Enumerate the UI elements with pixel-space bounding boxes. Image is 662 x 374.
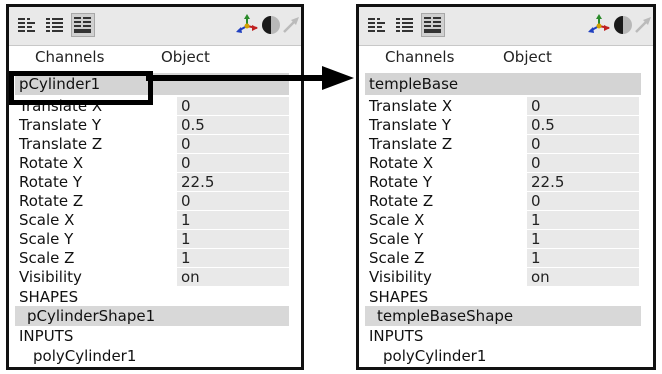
attr-value: 1	[531, 211, 541, 229]
attr-value: 22.5	[531, 173, 565, 191]
shape-node-name: pCylinderShape1	[27, 307, 156, 325]
attr-value: 0	[181, 154, 191, 172]
shapes-section-header: SHAPES	[369, 288, 429, 306]
attr-label-translate-x: Translate X	[369, 97, 453, 115]
attr-value: 0	[181, 97, 191, 115]
axis-manipulator-icon[interactable]	[587, 13, 611, 37]
attr-field-scale-x[interactable]: 1	[527, 211, 639, 229]
attr-label-rotate-x: Rotate X	[19, 154, 84, 172]
channel-box-toolbar	[9, 7, 301, 46]
channel-layer-icon[interactable]	[71, 13, 95, 37]
shape-node-row[interactable]: pCylinderShape1	[15, 306, 289, 326]
input-node-name[interactable]: polyCylinder1	[33, 347, 136, 365]
node-name: templeBase	[369, 75, 459, 93]
attr-value: on	[531, 268, 550, 286]
attr-field-rotate-x[interactable]: 0	[177, 154, 289, 172]
inputs-section-header: INPUTS	[369, 327, 424, 345]
attr-label-scale-x: Scale X	[19, 211, 75, 229]
attr-field-rotate-x[interactable]: 0	[527, 154, 639, 172]
attr-value: 0	[531, 192, 541, 210]
attr-value: 0	[181, 135, 191, 153]
attr-label-scale-x: Scale X	[369, 211, 425, 229]
attr-label-rotate-x: Rotate X	[369, 154, 434, 172]
attr-field-scale-z[interactable]: 1	[527, 249, 639, 267]
attr-label-visibility: Visibility	[19, 268, 82, 286]
attr-label-rotate-z: Rotate Z	[19, 192, 84, 210]
attr-label-rotate-y: Rotate Y	[369, 173, 433, 191]
attr-field-scale-x[interactable]: 1	[177, 211, 289, 229]
axis-manipulator-icon[interactable]	[235, 13, 259, 37]
attr-field-visibility[interactable]: on	[527, 268, 639, 286]
attr-value: 1	[531, 249, 541, 267]
attr-value: 1	[531, 230, 541, 248]
attr-value: 0	[531, 154, 541, 172]
attr-value: 0	[181, 192, 191, 210]
attr-value: on	[181, 268, 200, 286]
attr-label-visibility: Visibility	[369, 268, 432, 286]
attr-value: 0.5	[531, 116, 555, 134]
attr-label-scale-y: Scale Y	[19, 230, 74, 248]
attr-label-translate-z: Translate Z	[369, 135, 453, 153]
attr-field-visibility[interactable]: on	[177, 268, 289, 286]
channel-box-tabs: Channels Object	[359, 45, 653, 69]
attr-field-translate-y[interactable]: 0.5	[527, 116, 639, 134]
attr-field-scale-y[interactable]: 1	[527, 230, 639, 248]
attr-value: 1	[181, 230, 191, 248]
attr-value: 22.5	[181, 173, 215, 191]
arrow-annotation	[146, 66, 354, 90]
attr-label-translate-z: Translate Z	[19, 135, 103, 153]
layer-editor-icon[interactable]	[43, 13, 67, 37]
attr-field-translate-y[interactable]: 0.5	[177, 116, 289, 134]
attr-value: 1	[181, 211, 191, 229]
channel-box-icon[interactable]	[15, 13, 39, 37]
attr-field-scale-y[interactable]: 1	[177, 230, 289, 248]
channel-box-toolbar	[359, 7, 653, 46]
attr-value: 0.5	[181, 116, 205, 134]
channel-layer-icon[interactable]	[421, 13, 445, 37]
attr-label-translate-y: Translate Y	[369, 116, 452, 134]
attr-field-rotate-y[interactable]: 22.5	[527, 173, 639, 191]
node-name-header[interactable]: templeBase	[365, 73, 641, 95]
tab-object[interactable]: Object	[503, 48, 552, 66]
attr-label-scale-y: Scale Y	[369, 230, 424, 248]
attr-value: 0	[531, 97, 541, 115]
tab-channels[interactable]: Channels	[35, 48, 104, 66]
layer-editor-icon[interactable]	[393, 13, 417, 37]
shape-node-row[interactable]: templeBaseShape	[365, 306, 641, 326]
attr-label-scale-z: Scale Z	[19, 249, 75, 267]
attr-field-translate-x[interactable]: 0	[527, 97, 639, 115]
tab-object[interactable]: Object	[161, 48, 210, 66]
highlight-box	[9, 71, 153, 105]
shape-node-name: templeBaseShape	[377, 307, 514, 325]
attr-field-rotate-y[interactable]: 22.5	[177, 173, 289, 191]
channel-box-panel-right: Channels Object templeBase Translate X 0…	[356, 4, 656, 370]
attr-label-translate-y: Translate Y	[19, 116, 102, 134]
attr-value: 0	[531, 135, 541, 153]
attr-label-rotate-z: Rotate Z	[369, 192, 434, 210]
channel-box-icon[interactable]	[365, 13, 389, 37]
attr-field-scale-z[interactable]: 1	[177, 249, 289, 267]
attr-label-scale-z: Scale Z	[369, 249, 425, 267]
inputs-section-header: INPUTS	[19, 327, 74, 345]
arrow-pointer-icon[interactable]	[631, 13, 655, 37]
channel-box-panel-left: Channels Object pCylinder1 Translate X 0…	[6, 4, 304, 370]
attr-field-translate-x[interactable]: 0	[177, 97, 289, 115]
attr-label-rotate-y: Rotate Y	[19, 173, 83, 191]
attr-field-rotate-z[interactable]: 0	[177, 192, 289, 210]
attr-field-rotate-z[interactable]: 0	[527, 192, 639, 210]
arrow-pointer-icon[interactable]	[279, 13, 303, 37]
tab-channels[interactable]: Channels	[385, 48, 454, 66]
shapes-section-header: SHAPES	[19, 288, 79, 306]
input-node-name[interactable]: polyCylinder1	[383, 347, 486, 365]
attr-field-translate-z[interactable]: 0	[177, 135, 289, 153]
attr-value: 1	[181, 249, 191, 267]
attr-field-translate-z[interactable]: 0	[527, 135, 639, 153]
